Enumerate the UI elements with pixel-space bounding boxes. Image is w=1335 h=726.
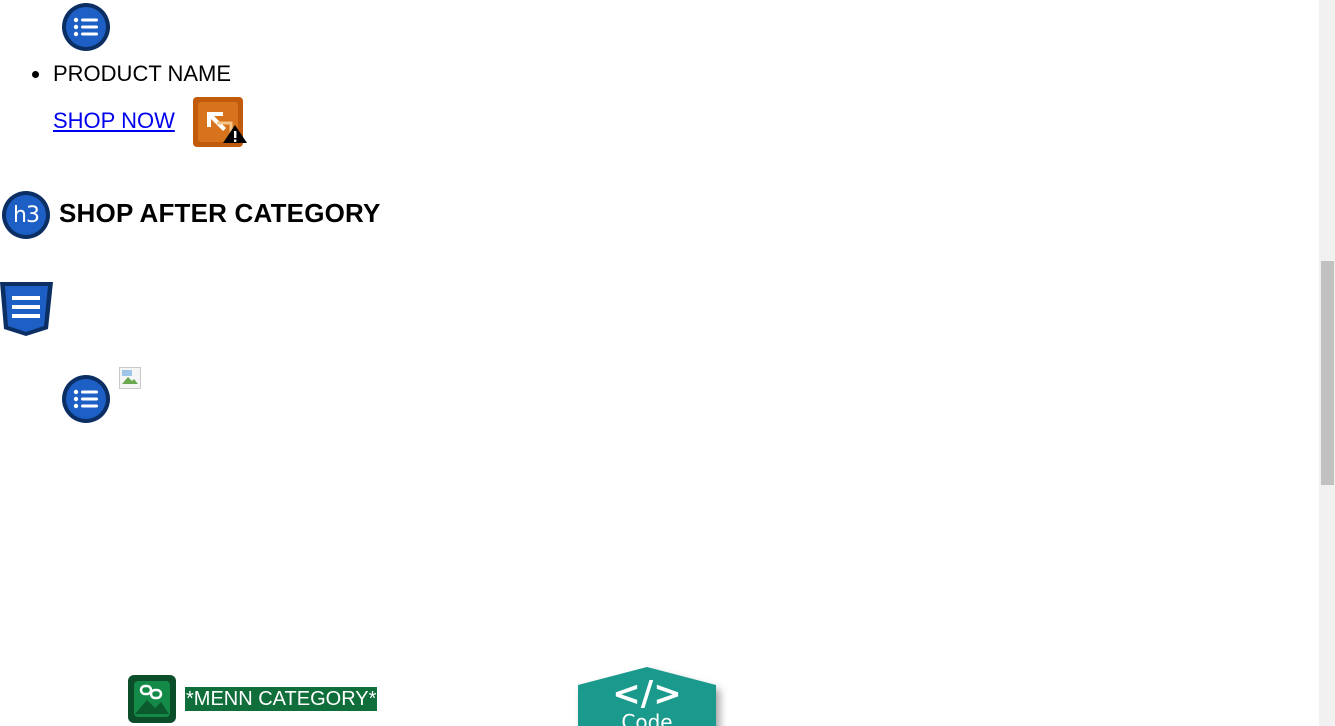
code-glyph: </>: [612, 674, 681, 714]
h3-heading-icon: h3: [2, 191, 50, 239]
code-label: Code: [621, 710, 672, 726]
code-icon[interactable]: </> Code: [578, 667, 716, 726]
h3-badge-label: h3: [6, 195, 46, 235]
page: PRODUCT NAME SHOP NOW h3 SHOP AFTER CATE…: [0, 0, 1335, 726]
scrollbar-thumb[interactable]: [1321, 261, 1334, 485]
category-label[interactable]: *MENN CATEGORY*: [185, 687, 378, 711]
section-heading: SHOP AFTER CATEGORY: [59, 198, 381, 228]
product-name: PRODUCT NAME: [53, 61, 232, 86]
image-link-icon[interactable]: [128, 675, 176, 723]
css-icon: [0, 282, 54, 336]
external-link-warning-icon: [193, 97, 249, 151]
list-icon: [62, 3, 110, 51]
list-bullet: [32, 71, 39, 78]
broken-image-icon: [119, 367, 141, 389]
shop-now-link[interactable]: SHOP NOW: [53, 108, 175, 134]
list-icon: [62, 375, 110, 423]
